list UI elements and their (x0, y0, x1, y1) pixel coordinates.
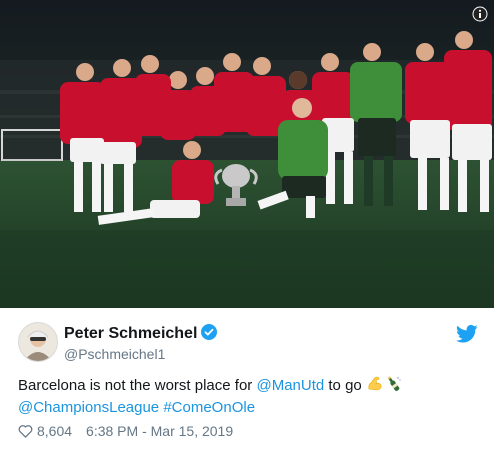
mention-manutd[interactable]: @ManUtd (256, 377, 324, 394)
avatar-image (19, 323, 57, 361)
tweet-text-part: to go (324, 377, 362, 394)
heart-icon[interactable] (18, 424, 33, 438)
tweet-footer: 8,604 6:38 PM - Mar 15, 2019 (18, 423, 233, 439)
info-icon[interactable] (472, 6, 488, 22)
like-count[interactable]: 8,604 (37, 423, 72, 439)
tweet-text-part: Barcelona is not the worst place for (18, 377, 257, 394)
champagne-bottle-icon (387, 376, 401, 391)
tweet-text: Barcelona is not the worst place for @Ma… (18, 375, 478, 419)
flexed-biceps-icon (368, 376, 382, 391)
tweet-timestamp[interactable]: 6:38 PM - Mar 15, 2019 (86, 423, 233, 439)
verified-badge-icon (201, 324, 218, 340)
tweet-photo[interactable] (0, 0, 494, 308)
mention-championsleague[interactable]: @ChampionsLeague (18, 399, 159, 416)
avatar[interactable] (18, 322, 58, 362)
author-name[interactable]: Peter Schmeichel (64, 325, 197, 342)
twitter-bird-icon[interactable] (456, 324, 478, 344)
author-handle[interactable]: @Pschmeichel1 (64, 346, 217, 362)
tweet-header: Peter Schmeichel @Pschmeichel1 (18, 322, 478, 364)
tweet-card[interactable]: Peter Schmeichel @Pschmeichel1 Barcelona… (0, 0, 494, 451)
hashtag-comeonole[interactable]: #ComeOnOle (163, 399, 255, 416)
team-celebration-image (0, 0, 494, 308)
